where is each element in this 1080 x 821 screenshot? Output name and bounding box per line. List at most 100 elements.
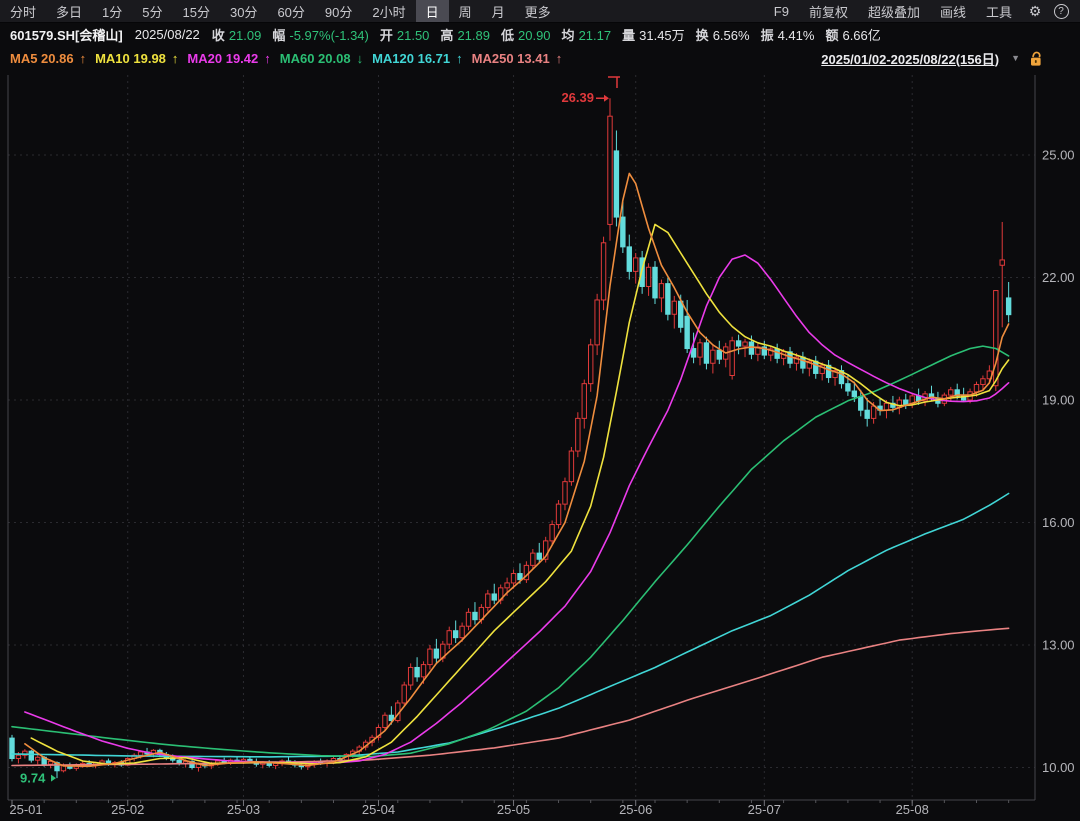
x-axis-label: 25-02 bbox=[111, 802, 144, 817]
quote-field-value: 21.09 bbox=[229, 28, 262, 43]
ma-indicator-values: MA5 20.86 ↑ MA10 19.98 ↑ MA20 19.42 ↑ MA60 20.… bbox=[10, 51, 571, 66]
ma-item-ma10: MA10 19.98 ↑ bbox=[95, 51, 178, 66]
arrow-right-icon bbox=[51, 775, 56, 782]
ma-value: MA250 13.41 bbox=[472, 51, 550, 66]
tab-90分[interactable]: 90分 bbox=[315, 0, 362, 22]
tool-F9[interactable]: F9 bbox=[764, 0, 799, 22]
x-axis-label: 25-08 bbox=[896, 802, 929, 817]
ma-line-ma120 bbox=[12, 494, 1009, 757]
quote-field-label: 低 bbox=[501, 28, 514, 43]
tab-2小时[interactable]: 2小时 bbox=[362, 0, 415, 22]
tab-日[interactable]: 日 bbox=[416, 0, 449, 22]
ma-lines-layer bbox=[12, 173, 1009, 766]
quote-field-value: 20.90 bbox=[518, 28, 551, 43]
x-axis-label: 25-01 bbox=[9, 802, 42, 817]
y-axis-label: 22.00 bbox=[1042, 270, 1075, 285]
date-range-selector[interactable]: 2025/01/02-2025/08/22(156日) bbox=[821, 49, 999, 68]
quote-field-label: 换 bbox=[696, 28, 709, 43]
lock-open-icon[interactable] bbox=[1028, 50, 1044, 67]
tab-1分[interactable]: 1分 bbox=[92, 0, 132, 22]
ma-value: MA5 20.86 bbox=[10, 51, 74, 66]
ma-value: MA10 19.98 bbox=[95, 51, 166, 66]
quote-field-value: 4.41% bbox=[778, 28, 815, 43]
period-tabs: 分时多日1分5分15分30分60分90分2小时日周月更多 bbox=[0, 0, 561, 22]
date-range-group: 2025/01/02-2025/08/22(156日) ▼ bbox=[821, 49, 1080, 68]
high-price-annotation: 26.39 bbox=[561, 90, 594, 105]
x-axis-label: 25-07 bbox=[748, 802, 781, 817]
help-button[interactable]: ? bbox=[1048, 0, 1074, 22]
quote-field-value: 21.17 bbox=[579, 28, 612, 43]
grid-layer: 25.00 22.00 19.00 16.00 13.00 10.00 bbox=[8, 75, 1075, 800]
ma-item-ma250: MA250 13.41↑ bbox=[472, 51, 563, 66]
ma-line-ma250 bbox=[12, 628, 1009, 765]
tab-30分[interactable]: 30分 bbox=[220, 0, 267, 22]
quote-field-value: 6.66亿 bbox=[842, 28, 880, 43]
quote-field-label: 收 bbox=[212, 28, 225, 43]
trend-up-icon: ↑ bbox=[456, 51, 463, 66]
tab-60分[interactable]: 60分 bbox=[267, 0, 314, 22]
quote-field-量: 量 31.45万 bbox=[622, 28, 685, 43]
quote-field-label: 振 bbox=[761, 28, 774, 43]
quote-field-value: 6.56% bbox=[713, 28, 750, 43]
quote-field-换: 换 6.56% bbox=[696, 28, 750, 43]
quote-field-额: 额 6.66亿 bbox=[825, 28, 880, 43]
quote-field-label: 额 bbox=[825, 28, 838, 43]
quote-field-幅: 幅 -5.97%(-1.34) bbox=[272, 28, 369, 43]
tab-周[interactable]: 周 bbox=[449, 0, 482, 22]
x-axis-label: 25-06 bbox=[619, 802, 652, 817]
ma-bar: MA5 20.86 ↑ MA10 19.98 ↑ MA20 19.42 ↑ MA60 20.… bbox=[0, 46, 1080, 70]
tool-画线[interactable]: 画线 bbox=[930, 0, 976, 22]
x-axis-layer: 25-0125-0225-0325-0425-0525-0625-0725-08 bbox=[9, 800, 1008, 817]
tab-多日[interactable]: 多日 bbox=[46, 0, 92, 22]
trend-up-icon: ↑ bbox=[80, 51, 87, 66]
symbol-name: 601579.SH[会稽山] bbox=[10, 25, 123, 44]
gear-icon[interactable]: ⚙ bbox=[1022, 0, 1048, 22]
annotations-layer: 26.39 9.74 bbox=[20, 77, 620, 786]
quote-field-label: 量 bbox=[622, 28, 635, 43]
kline-chart[interactable]: 25.00 22.00 19.00 16.00 13.00 10.00 25-01 25-02… bbox=[0, 70, 1080, 821]
tab-分时[interactable]: 分时 bbox=[0, 0, 46, 22]
tab-月[interactable]: 月 bbox=[482, 0, 515, 22]
quote-field-开: 开21.50 bbox=[380, 28, 430, 43]
y-axis-label: 25.00 bbox=[1042, 148, 1075, 163]
quote-date: 2025/08/22 bbox=[135, 27, 200, 42]
toolbar: 分时多日1分5分15分30分60分90分2小时日周月更多 F9前复权超级叠加画线… bbox=[0, 0, 1080, 23]
ma-value: MA20 19.42 bbox=[187, 51, 258, 66]
tab-5分[interactable]: 5分 bbox=[132, 0, 172, 22]
low-price-annotation: 9.74 bbox=[20, 771, 46, 786]
tab-15分[interactable]: 15分 bbox=[173, 0, 220, 22]
tool-工具[interactable]: 工具 bbox=[976, 0, 1022, 22]
ma-value: MA120 16.71 bbox=[372, 51, 450, 66]
tool-前复权[interactable]: 前复权 bbox=[799, 0, 858, 22]
quote-field-低: 低 20.90 bbox=[501, 28, 551, 43]
toolbar-right: F9前复权超级叠加画线工具⚙? bbox=[764, 0, 1080, 22]
quote-field-label: 幅 bbox=[272, 28, 285, 43]
quote-field-value: 31.45万 bbox=[639, 28, 685, 43]
tool-超级叠加[interactable]: 超级叠加 bbox=[858, 0, 930, 22]
ma-value: MA60 20.08 bbox=[280, 51, 351, 66]
y-axis-label: 10.00 bbox=[1042, 760, 1075, 775]
quote-field-label: 高 bbox=[440, 28, 453, 43]
x-axis-label: 25-04 bbox=[362, 802, 395, 817]
ma-item-ma5: MA5 20.86 ↑ bbox=[10, 51, 86, 66]
quote-bar: 601579.SH[会稽山] 2025/08/22 收 21.09 幅 -5.97%(… bbox=[0, 23, 1080, 46]
ma-item-ma20: MA20 19.42 ↑ bbox=[187, 51, 270, 66]
quote-field-振: 振 4.41% bbox=[761, 28, 815, 43]
trend-up-icon: ↑ bbox=[264, 51, 271, 66]
tab-更多[interactable]: 更多 bbox=[515, 0, 561, 22]
quote-field-value: 21.89 bbox=[457, 28, 490, 43]
x-axis-label: 25-05 bbox=[497, 802, 530, 817]
quote-field-高: 高 21.89 bbox=[440, 28, 490, 43]
quote-field-均: 均21.17 bbox=[562, 28, 612, 43]
ma-line-ma10 bbox=[31, 224, 1008, 764]
caret-down-icon[interactable]: ▼ bbox=[1011, 53, 1020, 63]
trend-up-icon: ↑ bbox=[172, 51, 179, 66]
y-axis-label: 19.00 bbox=[1042, 392, 1075, 407]
y-axis-label: 13.00 bbox=[1042, 637, 1075, 652]
y-axis-label: 16.00 bbox=[1042, 515, 1075, 530]
trend-down-icon: ↓ bbox=[357, 51, 364, 66]
arrow-right-icon bbox=[604, 95, 609, 102]
ma-line-ma20 bbox=[25, 255, 1009, 763]
candles-layer bbox=[10, 98, 1011, 778]
quote-field-value: -5.97%(-1.34) bbox=[289, 28, 368, 43]
